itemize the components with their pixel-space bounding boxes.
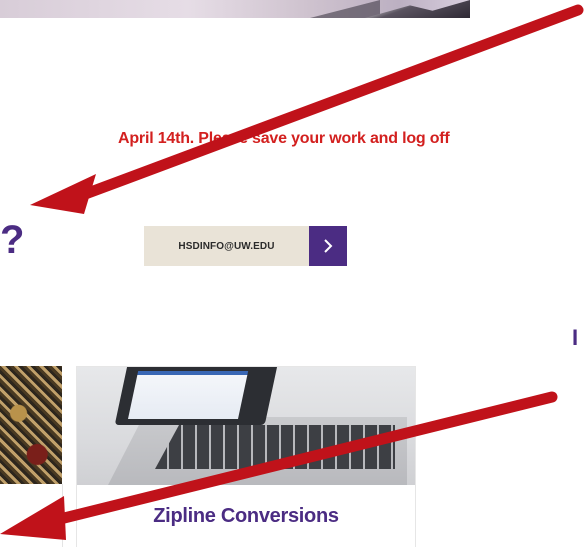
card-body-left[interactable] <box>0 484 63 547</box>
email-go-button[interactable] <box>309 226 347 266</box>
laptop-screen <box>114 367 282 425</box>
arrow-top <box>30 4 584 214</box>
hero-image <box>0 0 470 18</box>
maintenance-notice: April 14th. Please save your work and lo… <box>118 130 450 147</box>
laptop-keyboard <box>155 425 395 469</box>
hero-streak <box>310 0 380 18</box>
chevron-right-icon <box>324 239 333 253</box>
card-image-laptop <box>77 367 415 485</box>
email-link[interactable]: HSDINFO@UW.EDU <box>144 226 309 266</box>
card-title[interactable]: Zipline Conversions <box>77 505 415 528</box>
partial-heading-right: I <box>572 325 579 350</box>
card-zipline-conversions[interactable]: Zipline Conversions <box>76 366 416 547</box>
card-image-left[interactable] <box>0 366 62 484</box>
page: April 14th. Please save your work and lo… <box>0 0 586 547</box>
contact-email-block[interactable]: HSDINFO@UW.EDU <box>144 226 347 266</box>
partial-heading-glyph: ? <box>0 218 25 262</box>
